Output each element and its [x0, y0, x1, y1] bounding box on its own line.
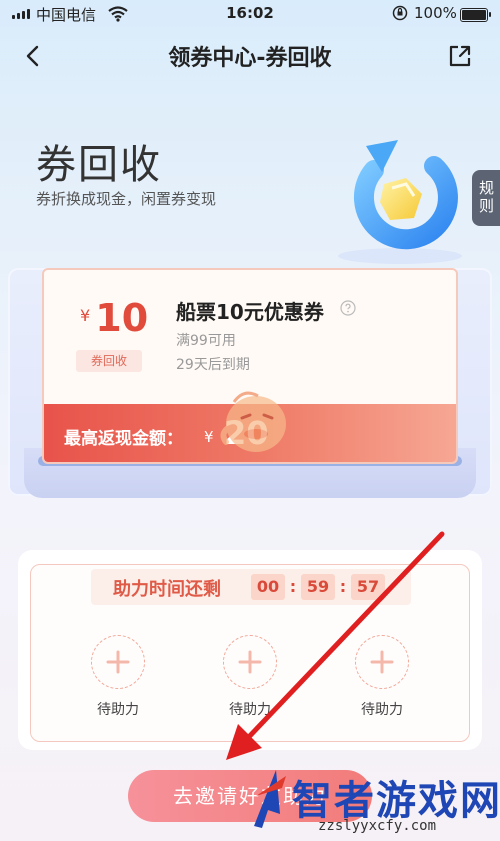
timer-hours: 00 — [251, 574, 285, 600]
assist-slot[interactable]: 待助力 — [347, 635, 417, 719]
hero-title: 券回收 — [36, 142, 162, 188]
share-icon — [449, 45, 471, 67]
status-bar: 中国电信 16:02 100% — [0, 0, 500, 30]
plus-icon — [238, 650, 262, 674]
assist-slot[interactable]: 待助力 — [215, 635, 285, 719]
help-icon[interactable] — [340, 300, 356, 316]
coupon-name: 船票10元优惠券 — [176, 300, 324, 324]
timer-label: 助力时间还剩 — [113, 579, 221, 600]
coupon-condition: 满99可用 — [176, 333, 236, 349]
back-button[interactable] — [20, 42, 48, 70]
invite-friends-button[interactable]: 去邀请好友助力 — [128, 770, 372, 822]
assist-panel: 助力时间还剩 00 : 59 : 57 待助力 待助力 待助力 — [18, 550, 482, 750]
chevron-left-icon — [26, 45, 39, 67]
assist-slot-button[interactable] — [223, 635, 277, 689]
assist-slot-button[interactable] — [91, 635, 145, 689]
countdown-timer: 助力时间还剩 00 : 59 : 57 — [91, 569, 411, 605]
coupon-expiry: 29天后到期 — [176, 357, 250, 373]
assist-slot[interactable]: 待助力 — [83, 635, 153, 719]
assist-card: 助力时间还剩 00 : 59 : 57 待助力 待助力 待助力 — [30, 564, 470, 742]
coupon-value: 10 — [95, 296, 149, 340]
coupon-currency: ¥ — [80, 306, 91, 325]
assist-slot-button[interactable] — [355, 635, 409, 689]
page-title: 领券中心-券回收 — [168, 46, 332, 71]
timer-seconds: 57 — [351, 574, 385, 600]
assist-slot-label: 待助力 — [229, 702, 271, 718]
coupon-tag: 券回收 — [76, 350, 142, 372]
mascot-image — [214, 378, 296, 460]
orientation-lock-icon — [392, 5, 408, 25]
max-cash-label: 最高返现金额： — [64, 429, 183, 449]
rules-tab[interactable]: 规则 — [472, 170, 500, 226]
plus-icon — [106, 650, 130, 674]
assist-slot-label: 待助力 — [97, 702, 139, 718]
recycle-icon — [326, 128, 476, 268]
plus-icon — [370, 650, 394, 674]
max-cash-currency: ¥ — [204, 428, 214, 446]
coupon-amount: ¥ 10 — [80, 296, 148, 340]
share-button[interactable] — [446, 42, 474, 70]
assist-slot-label: 待助力 — [361, 702, 403, 718]
battery-percent: 100% — [414, 4, 457, 22]
timer-separator: : — [289, 577, 297, 596]
timer-minutes: 59 — [301, 574, 335, 600]
timer-separator: : — [339, 577, 347, 596]
hero-subtitle: 券折换成现金，闲置券变现 — [36, 190, 217, 208]
battery-icon — [460, 8, 491, 22]
